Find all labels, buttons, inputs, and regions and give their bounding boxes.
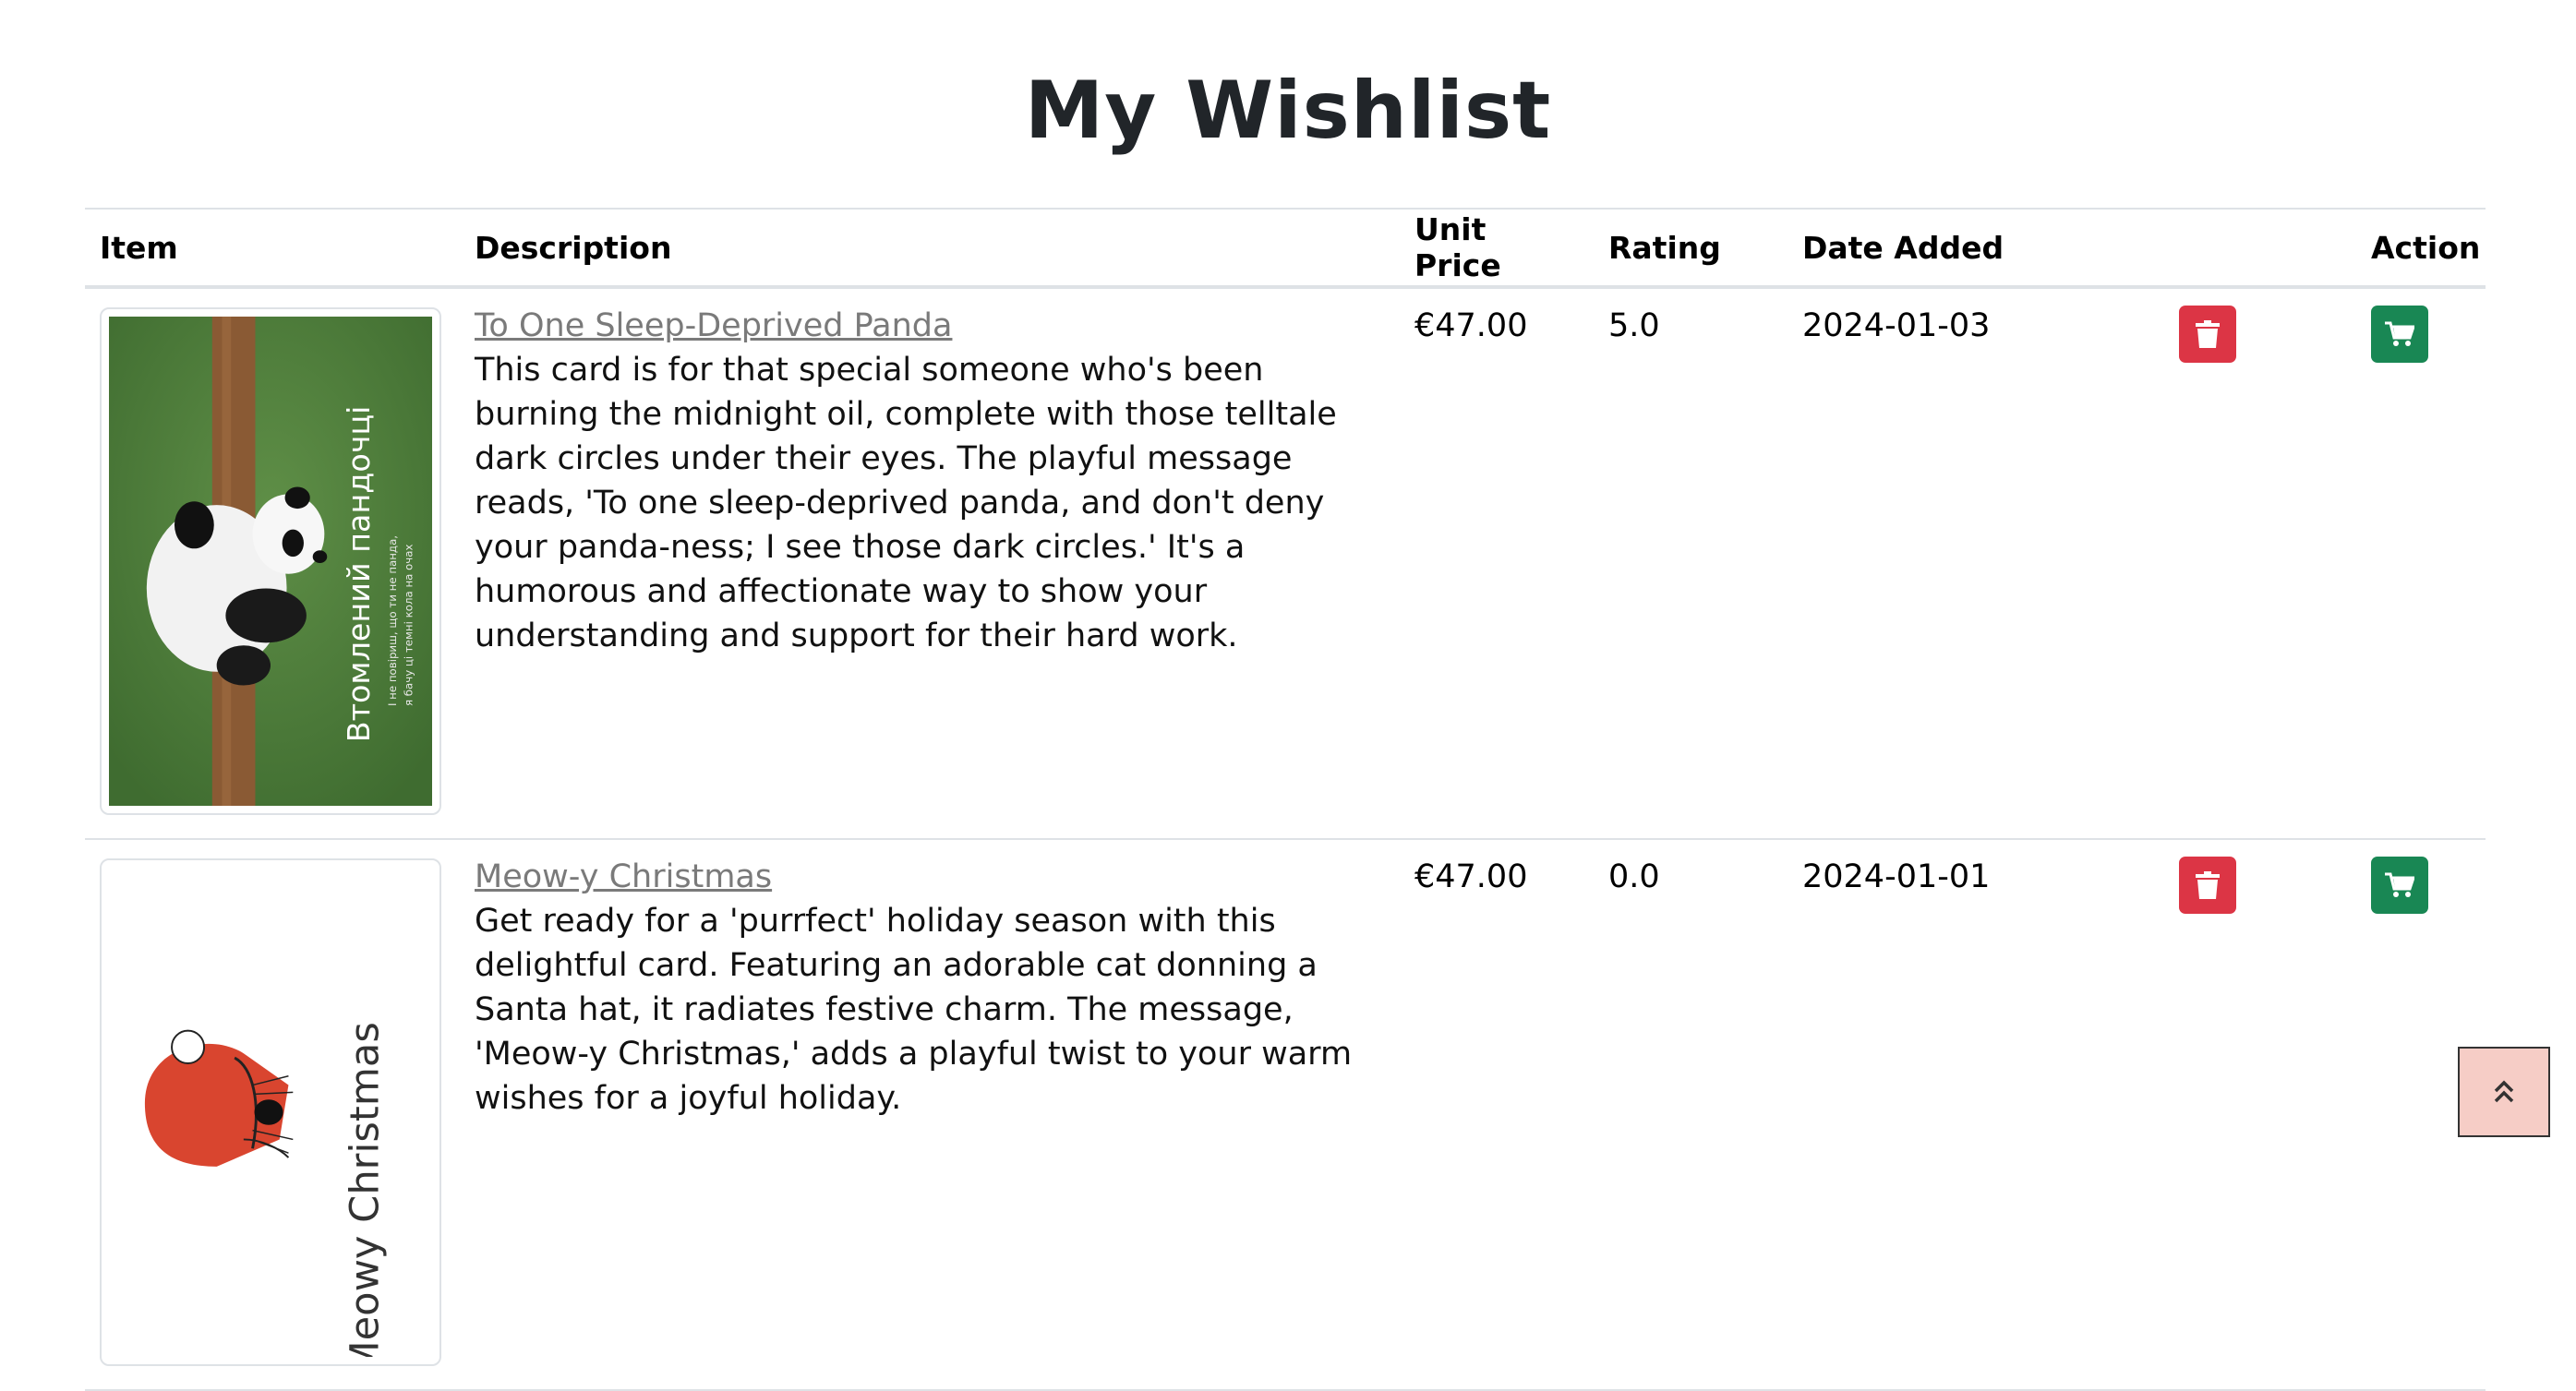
christmas-card-image: Meowy Christmas bbox=[109, 868, 432, 1357]
card-text: Meowy Christmas bbox=[343, 1022, 389, 1357]
delete-button[interactable] bbox=[2179, 857, 2236, 914]
delete-cell bbox=[2164, 287, 2356, 840]
trash-icon bbox=[2196, 871, 2220, 899]
svg-text:Meowy Christmas: Meowy Christmas bbox=[343, 1022, 389, 1357]
item-cell: Meowy Christmas bbox=[85, 839, 460, 1391]
date-added-cell: 2024-01-01 bbox=[1788, 839, 2164, 1391]
header-delete bbox=[2164, 208, 2356, 289]
item-description: Get ready for a 'purrfect' holiday seaso… bbox=[475, 903, 1353, 1117]
svg-text:я бачу ці темні кола на очах: я бачу ці темні кола на очах bbox=[403, 544, 415, 706]
item-cell: Втомлений пандочці І не повіриш, що ти н… bbox=[85, 287, 460, 840]
product-image[interactable]: Втомлений пандочці І не повіриш, що ти н… bbox=[100, 307, 441, 815]
delete-cell bbox=[2164, 839, 2356, 1391]
product-image[interactable]: Meowy Christmas bbox=[100, 858, 441, 1366]
page-title: My Wishlist bbox=[1024, 65, 1552, 157]
table-header-row: Item Description Unit Price Rating Date … bbox=[85, 208, 2486, 289]
description-cell: To One Sleep-Deprived Panda This card is… bbox=[460, 287, 1400, 840]
trash-icon bbox=[2196, 320, 2220, 348]
table-row: Meowy Christmas Meow-y Christmas Get rea… bbox=[85, 839, 2486, 1391]
item-description: This card is for that special someone wh… bbox=[475, 352, 1337, 654]
double-chevron-up-icon bbox=[2494, 1080, 2514, 1103]
shopping-cart-icon bbox=[2385, 321, 2414, 346]
price-cell: €47.00 bbox=[1400, 839, 1594, 1391]
delete-button[interactable] bbox=[2179, 306, 2236, 363]
header-date-added: Date Added bbox=[1788, 208, 2164, 289]
item-title-link[interactable]: To One Sleep-Deprived Panda bbox=[475, 304, 1385, 348]
rating-cell: 5.0 bbox=[1594, 287, 1788, 840]
back-to-top-button[interactable] bbox=[2458, 1047, 2550, 1137]
item-title-link[interactable]: Meow-y Christmas bbox=[475, 855, 1385, 899]
price-cell: €47.00 bbox=[1400, 287, 1594, 840]
wishlist-table: Item Description Unit Price Rating Date … bbox=[85, 208, 2486, 1391]
rating-cell: 0.0 bbox=[1594, 839, 1788, 1391]
header-description: Description bbox=[460, 208, 1400, 289]
panda-card-image: Втомлений пандочці І не повіриш, що ти н… bbox=[109, 317, 432, 806]
date-added-cell: 2024-01-03 bbox=[1788, 287, 2164, 840]
description-cell: Meow-y Christmas Get ready for a 'purrfe… bbox=[460, 839, 1400, 1391]
cart-cell bbox=[2356, 287, 2486, 840]
header-rating: Rating bbox=[1594, 208, 1788, 289]
table-row: Втомлений пандочці І не повіриш, що ти н… bbox=[85, 287, 2486, 840]
svg-text:Втомлений пандочці: Втомлений пандочці bbox=[341, 406, 377, 743]
header-item: Item bbox=[85, 208, 460, 289]
add-to-cart-button[interactable] bbox=[2371, 306, 2428, 363]
shopping-cart-icon bbox=[2385, 872, 2414, 897]
header-action: Action bbox=[2356, 208, 2486, 289]
svg-text:І не повіриш, що ти не панда,: І не повіриш, що ти не панда, bbox=[386, 535, 399, 706]
add-to-cart-button[interactable] bbox=[2371, 857, 2428, 914]
header-unit-price: Unit Price bbox=[1400, 208, 1594, 289]
